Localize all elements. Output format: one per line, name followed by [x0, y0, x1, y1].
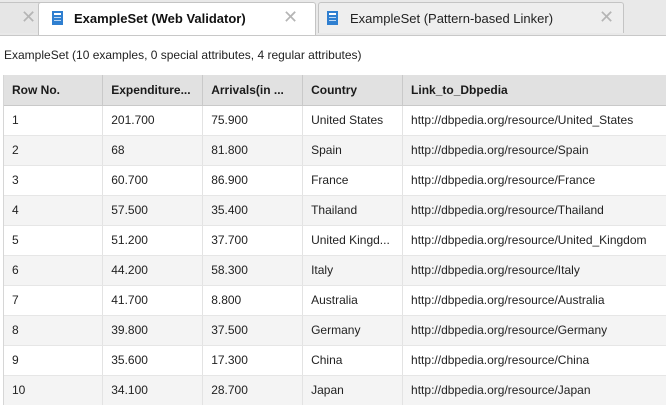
table-row[interactable]: 2 68 81.800 Spain http://dbpedia.org/resourc… — [4, 135, 666, 166]
cell-arrivals: 37.700 — [202, 225, 304, 256]
table-row[interactable]: 9 35.600 17.300 China http://dbpedia.org/res… — [4, 345, 666, 376]
table-row[interactable]: 6 44.200 58.300 Italy http://dbpedia.org/res… — [4, 255, 666, 286]
tab-pattern-based-linker[interactable]: ExampleSet (Pattern-based Linker) ✕ — [318, 2, 624, 33]
tab-strip: ✕ ExampleSet (Web Validator) ✕ ExampleSe… — [0, 0, 666, 36]
cell-expenditure: 34.100 — [102, 375, 204, 405]
table-row[interactable]: 7 41.700 8.800 Australia http://dbpedia.org/… — [4, 285, 666, 316]
cell-arrivals: 81.800 — [202, 135, 304, 166]
cell-link: http://dbpedia.org/resource/United_State… — [402, 105, 666, 136]
table-row[interactable]: 5 51.200 37.700 United Kingd... http://dbped… — [4, 225, 666, 256]
cell-link: http://dbpedia.org/resource/Australia — [402, 285, 666, 316]
cell-country: Japan — [302, 375, 404, 405]
cell-arrivals: 8.800 — [202, 285, 304, 316]
column-header-row-no[interactable]: Row No. — [4, 75, 104, 106]
cell-row-no: 5 — [4, 225, 104, 256]
cell-row-no: 4 — [4, 195, 104, 226]
cell-country: Thailand — [302, 195, 404, 226]
data-table: Row No. Expenditure... Arrivals(in ... C… — [4, 75, 666, 405]
table-icon — [52, 11, 63, 25]
cell-country: Italy — [302, 255, 404, 286]
tab-label: ExampleSet (Web Validator) — [74, 11, 246, 26]
results-view: ✕ ExampleSet (Web Validator) ✕ ExampleSe… — [0, 0, 666, 405]
cell-expenditure: 201.700 — [102, 105, 204, 136]
tab-web-validator[interactable]: ExampleSet (Web Validator) ✕ — [38, 2, 316, 35]
table-row[interactable]: 4 57.500 35.400 Thailand http://dbpedia.org/… — [4, 195, 666, 226]
table-icon — [327, 11, 338, 25]
cell-row-no: 9 — [4, 345, 104, 376]
example-set-summary: ExampleSet (10 examples, 0 special attri… — [4, 48, 362, 62]
table-row[interactable]: 3 60.700 86.900 France http://dbpedia.org/re… — [4, 165, 666, 196]
data-table-viewport[interactable]: Row No. Expenditure... Arrivals(in ... C… — [3, 75, 666, 405]
cell-link: http://dbpedia.org/resource/Germany — [402, 315, 666, 346]
cell-expenditure: 39.800 — [102, 315, 204, 346]
cell-row-no: 7 — [4, 285, 104, 316]
cell-arrivals: 37.500 — [202, 315, 304, 346]
table-row[interactable]: 1 201.700 75.900 United States http://dbpedi… — [4, 105, 666, 136]
cell-expenditure: 41.700 — [102, 285, 204, 316]
cell-row-no: 3 — [4, 165, 104, 196]
column-header-expenditure[interactable]: Expenditure... — [102, 75, 204, 106]
cell-row-no: 8 — [4, 315, 104, 346]
close-icon[interactable]: ✕ — [283, 8, 298, 26]
tab-label: ExampleSet (Pattern-based Linker) — [350, 11, 554, 26]
table-row[interactable]: 10 34.100 28.700 Japan http://dbpedia.org/re… — [4, 375, 666, 405]
cell-arrivals: 35.400 — [202, 195, 304, 226]
close-icon[interactable]: ✕ — [21, 8, 36, 26]
cell-country: Spain — [302, 135, 404, 166]
cell-link: http://dbpedia.org/resource/United_Kingd… — [402, 225, 666, 256]
cell-link: http://dbpedia.org/resource/Japan — [402, 375, 666, 405]
table-row[interactable]: 8 39.800 37.500 Germany http://dbpedia.org/r… — [4, 315, 666, 346]
cell-arrivals: 28.700 — [202, 375, 304, 405]
cell-expenditure: 44.200 — [102, 255, 204, 286]
cell-country: Germany — [302, 315, 404, 346]
cell-country: United Kingd... — [302, 225, 404, 256]
cell-expenditure: 60.700 — [102, 165, 204, 196]
cell-country: Australia — [302, 285, 404, 316]
cell-link: http://dbpedia.org/resource/France — [402, 165, 666, 196]
cell-expenditure: 35.600 — [102, 345, 204, 376]
cell-link: http://dbpedia.org/resource/Thailand — [402, 195, 666, 226]
cell-row-no: 6 — [4, 255, 104, 286]
table-header-row: Row No. Expenditure... Arrivals(in ... C… — [4, 75, 666, 106]
cell-link: http://dbpedia.org/resource/Spain — [402, 135, 666, 166]
cell-row-no: 2 — [4, 135, 104, 166]
cell-arrivals: 86.900 — [202, 165, 304, 196]
cell-row-no: 1 — [4, 105, 104, 136]
column-header-arrivals[interactable]: Arrivals(in ... — [202, 75, 304, 106]
cell-country: China — [302, 345, 404, 376]
cell-expenditure: 68 — [102, 135, 204, 166]
cell-arrivals: 17.300 — [202, 345, 304, 376]
cell-arrivals: 58.300 — [202, 255, 304, 286]
cell-row-no: 10 — [4, 375, 104, 405]
column-header-link-to-dbpedia[interactable]: Link_to_Dbpedia — [402, 75, 666, 106]
close-icon[interactable]: ✕ — [599, 8, 614, 26]
cell-link: http://dbpedia.org/resource/China — [402, 345, 666, 376]
cell-country: France — [302, 165, 404, 196]
cell-link: http://dbpedia.org/resource/Italy — [402, 255, 666, 286]
column-header-country[interactable]: Country — [302, 75, 404, 106]
cell-arrivals: 75.900 — [202, 105, 304, 136]
cell-expenditure: 57.500 — [102, 195, 204, 226]
cell-expenditure: 51.200 — [102, 225, 204, 256]
cell-country: United States — [302, 105, 404, 136]
